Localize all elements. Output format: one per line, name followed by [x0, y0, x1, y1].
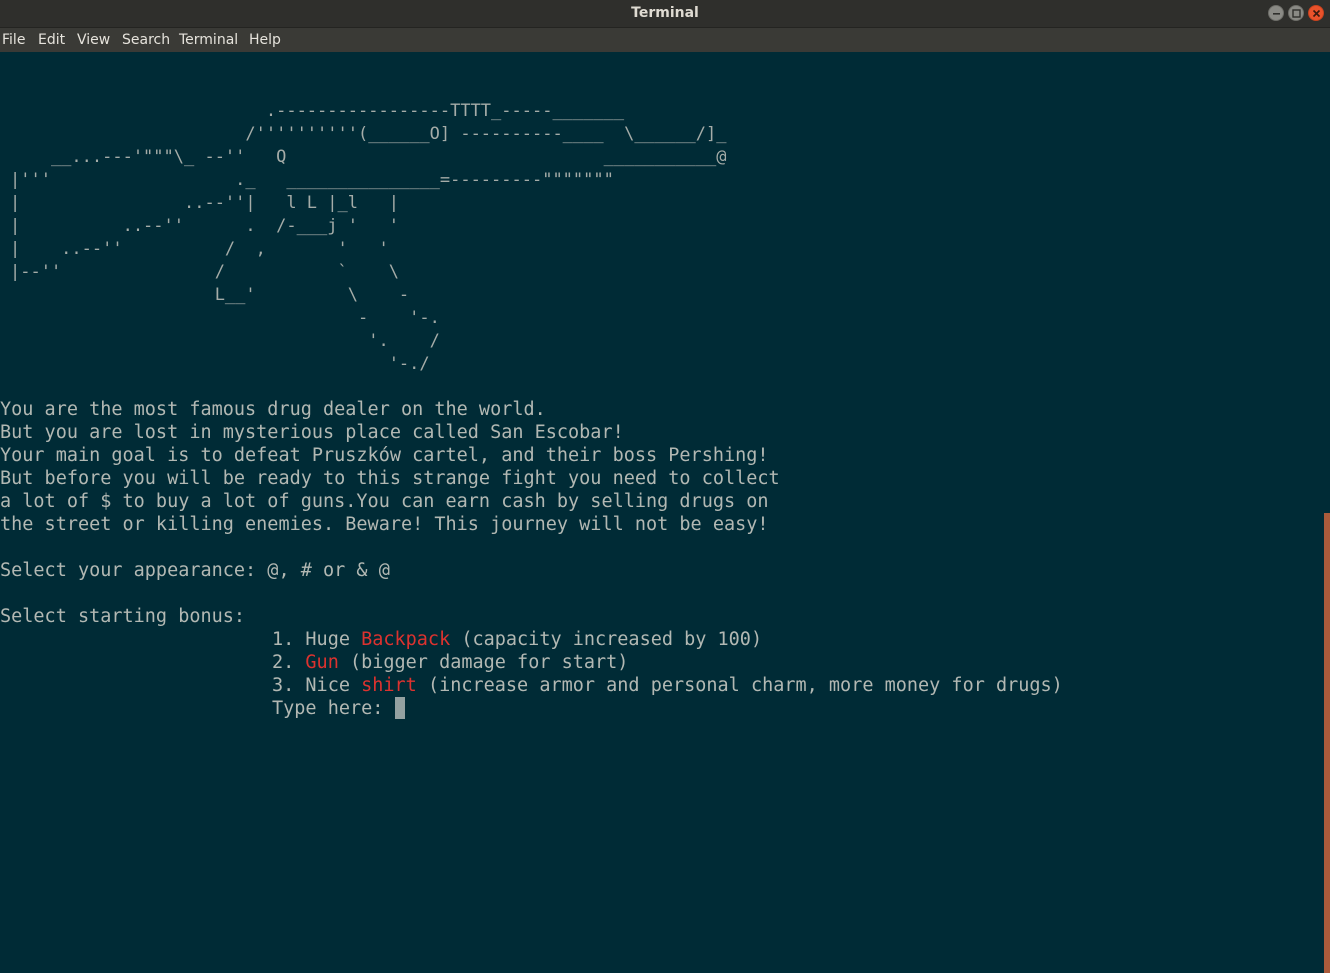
story-line: Your main goal is to defeat Pruszków car…	[0, 445, 769, 466]
title-bar[interactable]: Terminal	[0, 0, 1330, 28]
menu-file[interactable]: File	[2, 32, 25, 48]
ascii-line: |''' ._ _______________=---------"""""""	[10, 170, 614, 190]
ascii-line: '. /	[10, 331, 440, 351]
ascii-line: L__' \ -	[10, 285, 410, 305]
maximize-icon	[1292, 9, 1301, 18]
menu-help[interactable]: Help	[249, 32, 281, 48]
option-highlight: Gun	[305, 652, 339, 673]
text-cursor	[394, 697, 405, 719]
close-icon	[1312, 9, 1321, 18]
ascii-line: - '-.	[10, 308, 440, 328]
terminal-output[interactable]: .-----------------TTTT_-----_______ /'''…	[0, 52, 1330, 973]
option-highlight: shirt	[361, 675, 417, 696]
menu-edit[interactable]: Edit	[38, 32, 65, 48]
appearance-prompt: Select your appearance: @, # or & @	[0, 560, 390, 581]
bonus-option-shirt: 3. Nice shirt (increase armor and person…	[272, 675, 1063, 696]
ascii-line: '-./	[10, 354, 430, 374]
ascii-line: | ..--'' / , ' '	[10, 239, 389, 259]
maximize-button[interactable]	[1288, 5, 1304, 21]
window-title: Terminal	[631, 5, 699, 21]
close-button[interactable]	[1308, 5, 1324, 21]
menu-bar: File Edit View Search Terminal Help	[0, 28, 1330, 52]
minimize-button[interactable]	[1268, 5, 1284, 21]
menu-search[interactable]: Search	[122, 32, 170, 48]
scrollbar[interactable]	[1324, 513, 1330, 973]
option-highlight: Backpack	[361, 629, 451, 650]
menu-view[interactable]: View	[77, 32, 110, 48]
story-line: the street or killing enemies. Beware! T…	[0, 514, 769, 535]
ascii-line: /''''''''''(______O] ----------____ \___…	[10, 124, 727, 144]
ascii-line: .-----------------TTTT_-----_______	[10, 101, 625, 121]
minimize-icon	[1273, 13, 1280, 15]
input-prompt: Type here:	[272, 698, 395, 719]
input-line[interactable]: Type here:	[272, 697, 405, 720]
story-line: But before you will be ready to this str…	[0, 468, 780, 489]
ascii-line: | ..--''| l L |_l |	[10, 193, 399, 213]
bonus-option-backpack: 1. Huge Backpack (capacity increased by …	[272, 629, 763, 650]
story-line: You are the most famous drug dealer on t…	[0, 399, 546, 420]
story-line: a lot of $ to buy a lot of guns.You can …	[0, 491, 769, 512]
ascii-line: | ..--'' . /-___j ' '	[10, 216, 399, 236]
bonus-option-gun: 2. Gun (bigger damage for start)	[272, 652, 629, 673]
ascii-line: __...---'"""\_ --'' Q ___________@	[10, 147, 727, 167]
ascii-line: |--'' / ` \	[10, 262, 399, 282]
menu-terminal[interactable]: Terminal	[179, 32, 238, 48]
bonus-prompt: Select starting bonus:	[0, 606, 246, 627]
story-line: But you are lost in mysterious place cal…	[0, 422, 624, 443]
terminal-window: Terminal File Edit View Search Terminal …	[0, 0, 1330, 973]
